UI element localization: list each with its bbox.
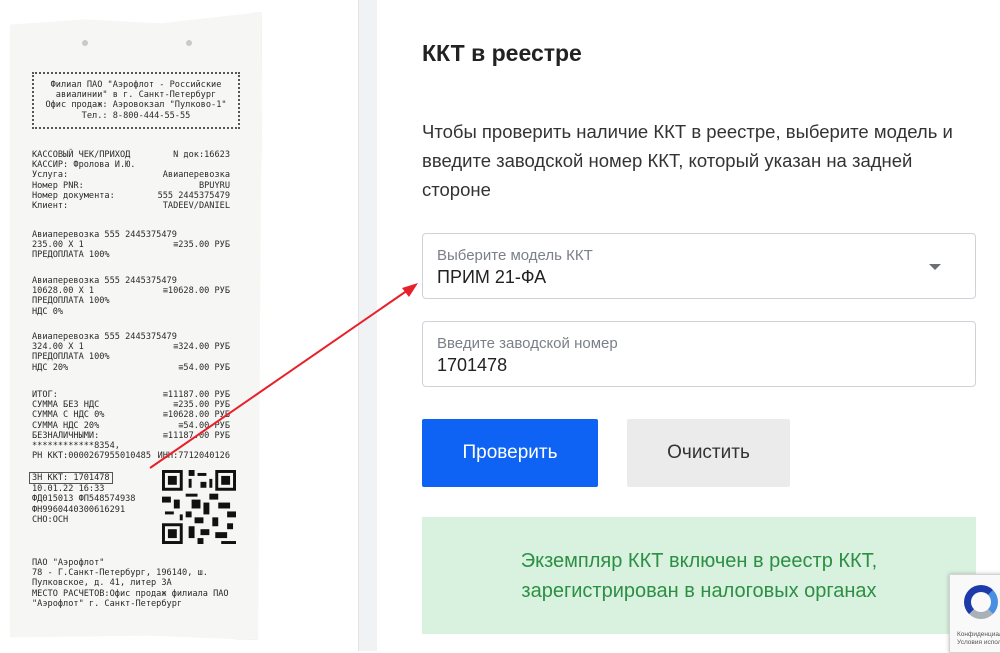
receipt-value: ≡10628.00 РУБ xyxy=(162,410,230,421)
receipt-item-name: Авиаперевозка 555 2445375479 xyxy=(32,276,177,286)
receipt-footer: ПАО "Аэрофлот" 78 - Г.Санкт-Петербург, 1… xyxy=(32,558,230,609)
instruction-text: Чтобы проверить наличие ККТ в реестре, в… xyxy=(422,121,953,200)
receipt-value: ≡11187.00 РУБ xyxy=(162,430,230,441)
receipt-value: ≡235.00 РУБ xyxy=(173,400,230,411)
recaptcha-terms-link[interactable]: Условия испол xyxy=(957,639,1000,647)
receipt-item-2: Авиаперевозка 555 2445375479 10628.00 X … xyxy=(32,276,230,317)
receipt-meta: КАССОВЫЙ ЧЕК/ПРИХОД N док:16623 КАССИР: Ф… xyxy=(32,150,230,211)
receipt-item-vat: НДС 20% xyxy=(32,362,69,373)
serial-number-input[interactable]: Введите заводской номер 1701478 xyxy=(422,321,976,387)
receipt-item-qty: 235.00 X 1 xyxy=(32,240,84,251)
receipt-value: ≡54.00 РУБ xyxy=(178,420,230,431)
receipt-value: 555 2445375479 xyxy=(157,190,230,201)
receipt-value: TADEEV/DANIEL xyxy=(162,201,230,212)
receipt-item-name: Авиаперевозка 555 2445375479 xyxy=(32,230,177,240)
receipt-card: ************8354, xyxy=(32,441,120,452)
receipt-label: БЕЗНАЛИЧНЫМИ: xyxy=(32,430,100,441)
receipt-item-vat-sum: ≡54.00 РУБ xyxy=(178,362,230,373)
receipt-item-sum: ≡235.00 РУБ xyxy=(173,240,230,251)
receipt-item-vat: НДС 0% xyxy=(32,306,64,317)
receipt-label: Клиент: xyxy=(32,201,69,212)
receipt-hole xyxy=(82,40,88,46)
receipt-cashier: КАССИР: Фролова И.Ю. xyxy=(32,160,136,171)
receipt-footer-line: Пулковское, д. 41, литер 3А xyxy=(32,578,172,589)
model-select-value: ПРИМ 21-ФА xyxy=(437,267,547,287)
page-title: ККТ в реестре xyxy=(422,40,582,66)
result-text: Экземпляр ККТ включен в реестр ККТ, заре… xyxy=(520,549,878,602)
receipt-label: СУММА БЕЗ НДС xyxy=(32,400,100,411)
receipt-zn-kkt: ЗН ККТ: 1701478 xyxy=(29,472,113,485)
receipt-label: Номер документа: xyxy=(32,190,115,201)
receipt-item-name: Авиаперевозка 555 2445375479 xyxy=(32,332,177,342)
receipt-footer-line: МЕСТО РАСЧЕТОВ:Офис продаж филиала ПАО xyxy=(32,588,229,599)
receipt-totals: ИТОГ: ≡11187.00 РУБ СУММА БЕЗ НДС ≡235.00 … xyxy=(32,390,230,461)
receipt-item-prepay: ПРЕДОПЛАТА 100% xyxy=(32,296,110,307)
receipt-fn: ФН9960440300616291 xyxy=(32,504,126,515)
receipt-value: ≡11187.00 РУБ xyxy=(162,390,230,400)
recaptcha-text: Конфиденциальн Условия испол xyxy=(957,631,1000,647)
receipt-item-qty: 324.00 X 1 xyxy=(32,342,84,353)
receipt-footer-line: "Аэрофлот" г. Санкт-Петербург xyxy=(32,598,183,609)
result-message: Экземпляр ККТ включен в реестр ККТ, заре… xyxy=(422,517,976,634)
receipt-fiscal: ЗН ККТ: 1701478 10.01.22 16:33 ФД015013 … xyxy=(29,472,152,525)
receipt-label: СУММА С НДС 0% xyxy=(32,410,105,421)
receipt-hole xyxy=(186,40,192,46)
receipt-header: Филиал ПАО "Аэрофлот - Российские авиали… xyxy=(32,72,240,129)
receipt-photo-pane: Филиал ПАО "Аэрофлот - Российские авиали… xyxy=(0,0,358,651)
receipt-label: СУММА НДС 20% xyxy=(32,420,100,431)
qr-code xyxy=(162,470,236,544)
receipt-value: Авиаперевозка xyxy=(162,170,230,181)
receipt-item-sum: ≡324.00 РУБ xyxy=(173,342,230,353)
recaptcha-icon xyxy=(964,585,998,619)
receipt-sno: СНО:ОСН xyxy=(32,514,69,525)
pane-divider xyxy=(358,0,377,651)
kkt-registry-form: ККТ в реестре Чтобы проверить наличие КК… xyxy=(376,0,1000,651)
check-button[interactable]: Проверить xyxy=(422,419,598,487)
receipt-doc-number: N док:16623 xyxy=(173,150,230,160)
recaptcha-badge[interactable]: Конфиденциальн Условия испол xyxy=(949,574,1000,653)
receipt-item-3: Авиаперевозка 555 2445375479 324.00 X 1 ≡… xyxy=(32,332,230,373)
receipt-item-prepay: ПРЕДОПЛАТА 100% xyxy=(32,250,110,261)
receipt-label: Номер PNR: xyxy=(32,180,84,191)
receipt-fd: ФД015013 ФП548574938 xyxy=(32,494,136,505)
receipt-footer-line: 78 - Г.Санкт-Петербург, 196140, ш. xyxy=(32,568,208,579)
receipt-label: Услуга: xyxy=(32,170,69,181)
receipt-doc-title: КАССОВЫЙ ЧЕК/ПРИХОД xyxy=(32,150,131,160)
recaptcha-privacy-link[interactable]: Конфиденциальн xyxy=(957,631,1000,639)
receipt-item-sum: ≡10628.00 РУБ xyxy=(162,286,230,297)
serial-number-label: Введите заводской номер xyxy=(437,335,618,352)
receipt-item-qty: 10628.00 X 1 xyxy=(32,286,95,297)
receipt-photo: Филиал ПАО "Аэрофлот - Российские авиали… xyxy=(10,12,262,640)
chevron-down-icon[interactable] xyxy=(929,264,941,270)
receipt-item-1: Авиаперевозка 555 2445375479 235.00 X 1 ≡… xyxy=(32,230,230,261)
clear-button[interactable]: Очистить xyxy=(627,419,790,487)
receipt-label: ИТОГ: xyxy=(32,390,58,400)
receipt-datetime: 10.01.22 16:33 xyxy=(32,484,105,495)
receipt-rn-kkt: РН ККТ:0000267955010485 xyxy=(32,451,151,462)
receipt-footer-line: ПАО "Аэрофлот" xyxy=(32,558,105,568)
model-select-label: Выберите модель ККТ xyxy=(437,247,593,264)
model-select[interactable]: Выберите модель ККТ ПРИМ 21-ФА xyxy=(422,233,976,299)
receipt-inn: ИНН:7712040126 xyxy=(157,451,230,462)
receipt-value: BPUYRU xyxy=(198,180,230,191)
serial-number-value[interactable]: 1701478 xyxy=(437,355,507,376)
receipt-item-prepay: ПРЕДОПЛАТА 100% xyxy=(32,352,110,363)
